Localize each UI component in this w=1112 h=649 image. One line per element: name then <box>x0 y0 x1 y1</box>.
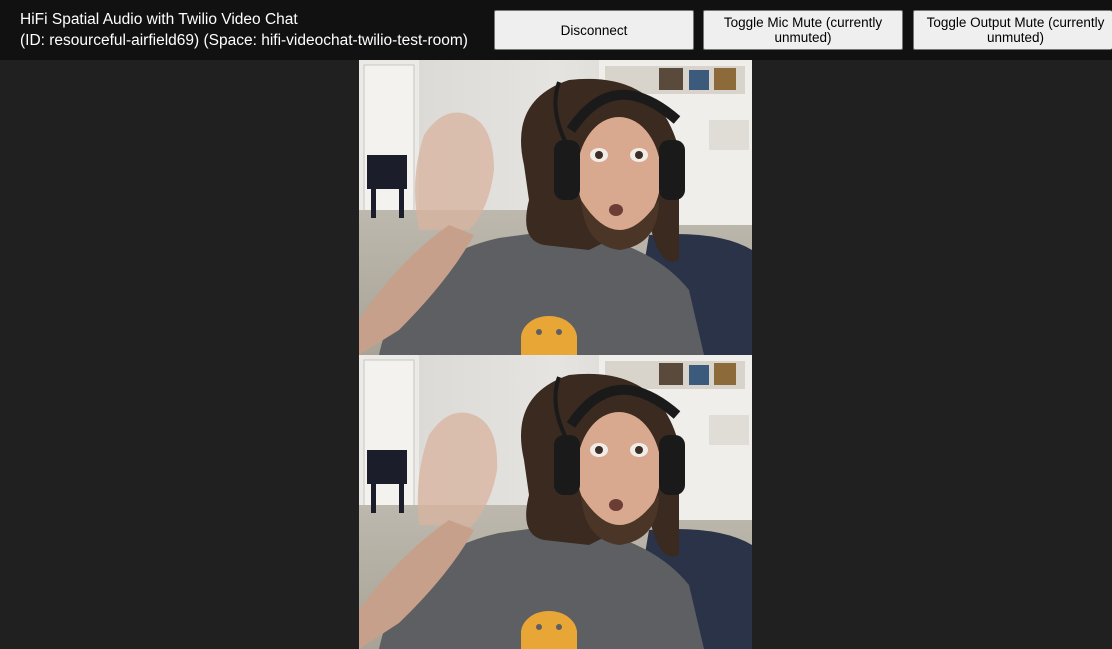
page-title: HiFi Spatial Audio with Twilio Video Cha… <box>20 10 468 52</box>
toggle-mic-mute-button[interactable]: Toggle Mic Mute (currently unmuted) <box>703 10 903 50</box>
video-frame-image <box>359 60 752 355</box>
video-frame-image <box>359 355 752 649</box>
video-feed-remote <box>359 355 752 649</box>
title-line-2: (ID: resourceful-airfield69) (Space: hif… <box>20 32 468 49</box>
toggle-output-mute-button[interactable]: Toggle Output Mute (currently unmuted) <box>913 10 1112 50</box>
disconnect-button[interactable]: Disconnect <box>494 10 694 50</box>
video-feed-local <box>359 60 752 355</box>
top-bar: HiFi Spatial Audio with Twilio Video Cha… <box>0 0 1112 60</box>
title-line-1: HiFi Spatial Audio with Twilio Video Cha… <box>20 11 298 28</box>
